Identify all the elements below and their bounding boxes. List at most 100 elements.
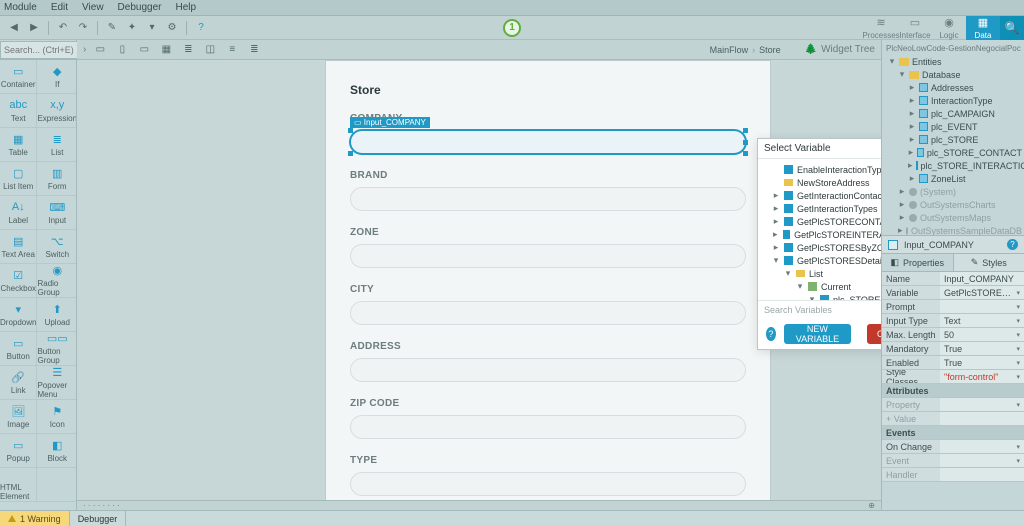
data-tree-node[interactable]: ▸plc_STORE xyxy=(886,133,1022,146)
tool-popup[interactable]: ▭Popup xyxy=(0,434,37,468)
tool-button[interactable]: ▭Button xyxy=(0,332,37,366)
data-tree-node[interactable]: ▸plc_CAMPAIGN xyxy=(886,107,1022,120)
breadcrumb-leaf[interactable]: Store xyxy=(759,45,781,55)
dialog-ok-button[interactable]: OK xyxy=(867,324,881,344)
phone-icon[interactable]: ▯ xyxy=(114,42,130,58)
tool-image[interactable]: 🖼Image xyxy=(0,400,37,434)
grid-icon[interactable]: ▦ xyxy=(158,42,174,58)
field-input-brand[interactable] xyxy=(350,187,746,211)
tool-link[interactable]: 🔗Link xyxy=(0,366,37,400)
menu-help[interactable]: Help xyxy=(175,2,196,13)
brush-icon[interactable]: ✎ xyxy=(104,20,120,36)
field-input-zip-code[interactable] xyxy=(350,415,746,439)
prop-value[interactable]: ▾ xyxy=(940,300,1024,313)
prop-value[interactable]: "form-control"▾ xyxy=(940,370,1024,383)
field-input-address[interactable] xyxy=(350,358,746,382)
tool-expression[interactable]: x,yExpression xyxy=(37,94,76,128)
publish-badge[interactable]: 1 xyxy=(503,19,521,37)
help-icon[interactable]: ? xyxy=(193,20,209,36)
tool-icon[interactable]: ⚑Icon xyxy=(37,400,76,434)
expand-right-icon[interactable]: › xyxy=(83,44,86,55)
menu-module[interactable]: Module xyxy=(4,2,37,13)
field-input-city[interactable] xyxy=(350,301,746,325)
prop-value[interactable] xyxy=(940,468,1024,481)
breadcrumb-root[interactable]: MainFlow xyxy=(710,45,749,55)
data-tree-node[interactable]: ▸OutSystemsMaps xyxy=(886,211,1022,224)
dialog-tree[interactable]: EnableInteractionTypeEditDropdownNewStor… xyxy=(758,159,881,301)
tool-list[interactable]: ≣List xyxy=(37,128,76,162)
align-center-icon[interactable]: ≣ xyxy=(246,42,262,58)
data-tree-node[interactable]: ▾Database xyxy=(886,68,1022,81)
tab-interface[interactable]: ▭Interface xyxy=(898,16,932,40)
tree-node[interactable]: ▸GetInteractionTypes xyxy=(764,202,881,215)
tool-dropdown[interactable]: ▾Dropdown xyxy=(0,298,37,332)
device-icon[interactable]: ▭ xyxy=(92,42,108,58)
prop-value[interactable]: ▾ xyxy=(940,454,1024,467)
zoom-indicator[interactable]: ⊕ xyxy=(868,501,875,510)
tool-text-area[interactable]: ▤Text Area xyxy=(0,230,37,264)
prop-value[interactable]: GetPlcSTORESDetails.List.Curre▾ xyxy=(940,286,1024,299)
prop-value[interactable]: Input_COMPANY xyxy=(940,272,1024,285)
prop-value[interactable]: True▾ xyxy=(940,342,1024,355)
tab-data[interactable]: ▦Data xyxy=(966,16,1000,40)
widget-tree-toggle[interactable]: 🌲 Widget Tree xyxy=(805,44,875,55)
tool-table[interactable]: ▦Table xyxy=(0,128,37,162)
tree-node[interactable]: ▾GetPlcSTORESDetails xyxy=(764,254,881,267)
tool-radio-group[interactable]: ◉Radio Group xyxy=(37,264,76,298)
dialog-help-icon[interactable]: ? xyxy=(766,327,776,341)
field-input-zone[interactable] xyxy=(350,244,746,268)
tree-node[interactable]: EnableInteractionTypeEditDropdown xyxy=(764,163,881,176)
prop-value[interactable] xyxy=(940,412,1024,425)
data-tree-node[interactable]: ▸OutSystemsSampleDataDB xyxy=(886,224,1022,236)
element-help-icon[interactable]: ? xyxy=(1007,239,1018,250)
tool-label[interactable]: A↓Label xyxy=(0,196,37,230)
tool-block[interactable]: ◧Block xyxy=(37,434,76,468)
tool-button-group[interactable]: ▭▭Button Group xyxy=(37,332,76,366)
tree-node[interactable]: NewStoreAddress xyxy=(764,176,881,189)
data-tree-node[interactable]: ▸ZoneList xyxy=(886,172,1022,185)
tool-container[interactable]: ▭Container xyxy=(0,60,37,94)
tree-node[interactable]: ▾List xyxy=(764,267,881,280)
prop-value[interactable]: Text▾ xyxy=(940,314,1024,327)
tab-properties[interactable]: ◧ Properties xyxy=(882,254,954,271)
status-warning[interactable]: 1 Warning xyxy=(0,511,70,526)
tool-input[interactable]: ⌨Input xyxy=(37,196,76,230)
data-tree[interactable]: PlcNeoLowCode-GestionNegocialPoc▾Entitie… xyxy=(882,40,1024,236)
gear-icon[interactable]: ⚙ xyxy=(164,20,180,36)
dialog-new-variable-button[interactable]: NEW VARIABLE xyxy=(784,324,851,344)
wand-icon[interactable]: ✦ xyxy=(124,20,140,36)
tool-upload[interactable]: ⬆Upload xyxy=(37,298,76,332)
tablet-icon[interactable]: ▭ xyxy=(136,42,152,58)
field-input-company[interactable]: ▭ Input_COMPANY xyxy=(350,130,746,154)
outline-icon[interactable]: ◫ xyxy=(202,42,218,58)
tree-node[interactable]: ▸GetInteractionContactNameList xyxy=(764,189,881,202)
tab-styles[interactable]: ✎ Styles xyxy=(954,254,1024,271)
tab-logic[interactable]: ◉Logic xyxy=(932,16,966,40)
eye-icon[interactable]: ▾ xyxy=(144,20,160,36)
data-tree-node[interactable]: ▸plc_STORE_INTERACTION xyxy=(886,159,1022,172)
tree-node[interactable]: ▸GetPlcSTORESByZONE xyxy=(764,241,881,254)
data-tree-node[interactable]: ▸InteractionType xyxy=(886,94,1022,107)
undo-icon[interactable]: ↶ xyxy=(55,20,71,36)
align-left-icon[interactable]: ≡ xyxy=(224,42,240,58)
data-tree-node[interactable]: ▸OutSystemsCharts xyxy=(886,198,1022,211)
prop-value[interactable]: True▾ xyxy=(940,356,1024,369)
menu-edit[interactable]: Edit xyxy=(51,2,68,13)
data-tree-node[interactable]: ▸(System) xyxy=(886,185,1022,198)
status-debugger[interactable]: Debugger xyxy=(70,511,127,526)
tree-node[interactable]: ▸GetPlcSTOREINTERACTIONSByStoreID xyxy=(764,228,881,241)
redo-icon[interactable]: ↷ xyxy=(75,20,91,36)
tool-list-item[interactable]: ▢List Item xyxy=(0,162,37,196)
prop-value[interactable]: 50▾ xyxy=(940,328,1024,341)
data-tree-node[interactable]: ▸plc_STORE_CONTACT xyxy=(886,146,1022,159)
tab-processes[interactable]: ≋Processes xyxy=(864,16,898,40)
menu-view[interactable]: View xyxy=(82,2,104,13)
tree-node[interactable]: ▸GetPlcSTORECONTACTSByStoreID xyxy=(764,215,881,228)
field-input-type[interactable] xyxy=(350,472,746,496)
back-icon[interactable]: ◀ xyxy=(6,20,22,36)
tool-switch[interactable]: ⌥Switch xyxy=(37,230,76,264)
tool-popover-menu[interactable]: ☰Popover Menu xyxy=(37,366,76,400)
tree-node[interactable]: ▾plc_STORE xyxy=(764,293,881,301)
global-search-button[interactable]: 🔍 xyxy=(1000,16,1024,40)
prop-value[interactable]: ▾ xyxy=(940,440,1024,453)
